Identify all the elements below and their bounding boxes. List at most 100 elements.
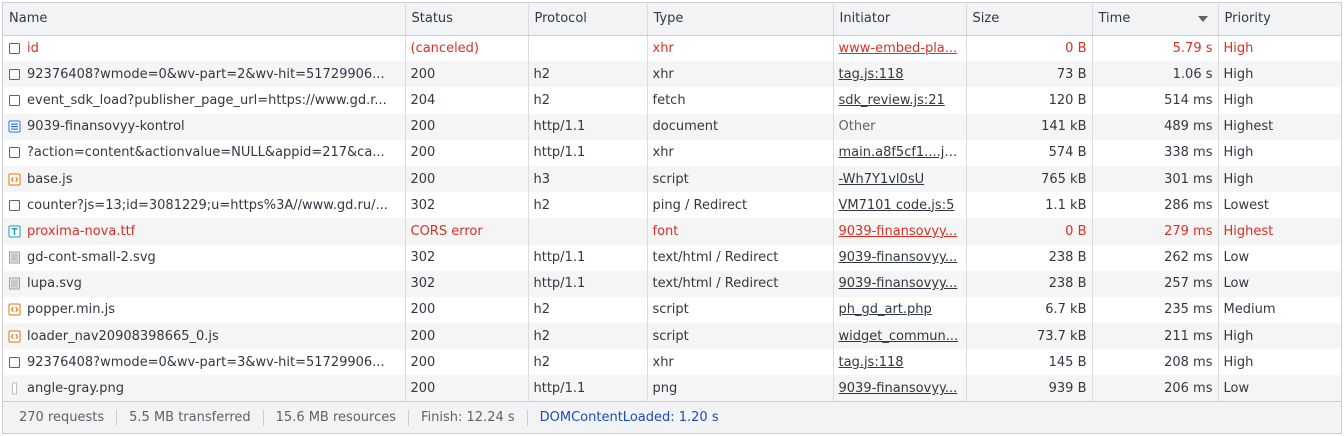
table-row[interactable]: angle-gray.png 200 http/1.1 png 9039-finanso…	[3, 375, 1341, 402]
table-row[interactable]: proxima-nova.ttf CORS error font 9039-finan…	[3, 218, 1341, 245]
cell-time: 257 ms	[1091, 270, 1218, 297]
cell-name[interactable]: 9039-finansovyy-kontrol	[3, 113, 405, 140]
cell-initiator: Other	[832, 113, 966, 140]
table-row[interactable]: event_sdk_load?publisher_page_url=https:…	[3, 87, 1341, 114]
cell-name[interactable]: base.js	[3, 165, 405, 193]
cell-name[interactable]: popper.min.js	[3, 297, 405, 323]
table-row[interactable]: ?action=content&actionvalue=NULL&appid=2…	[3, 139, 1341, 166]
cell-name[interactable]: 92376408?wmode=0&wv-part=2&wv-hit=517299…	[3, 61, 405, 88]
cell-name[interactable]: counter?js=13;id=3081229;u=https%3A//www…	[3, 192, 405, 218]
initiator-link[interactable]: widget_commun...	[839, 329, 959, 344]
table-row[interactable]: 9039-finansovyy-kontrol 200 http/1.1 docume…	[3, 113, 1341, 140]
column-header-protocol[interactable]: Protocol	[527, 3, 647, 36]
table-row[interactable]: id (canceled) xhr www-embed-pla... 0 B 5.79 s…	[3, 35, 1341, 62]
cell-protocol	[527, 218, 647, 245]
cell-status: 302	[404, 244, 528, 271]
cell-time: 286 ms	[1091, 192, 1218, 219]
cell-name[interactable]: ?action=content&actionvalue=NULL&appid=2…	[3, 140, 405, 166]
cell-size: 6.7 kB	[965, 296, 1092, 324]
table-row[interactable]: 92376408?wmode=0&wv-part=3&wv-hit=517299…	[3, 349, 1341, 376]
initiator-link[interactable]: tag.js:118	[839, 355, 904, 370]
column-header-priority[interactable]: Priority	[1217, 3, 1341, 36]
initiator-link[interactable]: 9039-finansovyy...	[839, 276, 958, 291]
cell-name[interactable]: angle-gray.png	[3, 375, 405, 402]
table-row[interactable]: gd-cont-small-2.svg 302 http/1.1 text/html …	[3, 244, 1341, 271]
cell-priority: High	[1217, 165, 1341, 193]
image-icon	[8, 251, 21, 264]
cell-initiator: tag.js:118	[832, 61, 966, 88]
cell-name[interactable]: event_sdk_load?publisher_page_url=https:…	[3, 87, 405, 113]
cell-protocol: http/1.1	[527, 270, 647, 297]
initiator-link[interactable]: tag.js:118	[839, 67, 904, 82]
cell-protocol: h2	[527, 323, 647, 350]
cell-type: png	[646, 375, 833, 402]
column-header-size[interactable]: Size	[965, 3, 1092, 36]
table-row[interactable]: counter?js=13;id=3081229;u=https%3A//www…	[3, 192, 1341, 219]
cell-type: script	[646, 165, 833, 193]
table-row[interactable]: 92376408?wmode=0&wv-part=2&wv-hit=517299…	[3, 61, 1341, 88]
generic-file-icon	[8, 42, 21, 55]
cell-size: 73 B	[965, 61, 1092, 88]
request-name: loader_nav20908398665_0.js	[27, 328, 219, 344]
cell-time: 514 ms	[1091, 87, 1218, 114]
cell-priority: Low	[1217, 244, 1341, 271]
cell-status: 302	[404, 270, 528, 297]
cell-name[interactable]: id	[3, 35, 405, 61]
cell-time: 301 ms	[1091, 165, 1218, 193]
cell-protocol: http/1.1	[527, 113, 647, 140]
table-row[interactable]: loader_nav20908398665_0.js 200 h2 script wid…	[3, 323, 1341, 350]
cell-name[interactable]: loader_nav20908398665_0.js	[3, 323, 405, 350]
requests-table: Name Status Protocol Type Initiator Size…	[3, 3, 1341, 402]
column-header-initiator[interactable]: Initiator	[832, 3, 966, 36]
initiator-link[interactable]: -Wh7Y1vl0sU	[839, 172, 925, 187]
initiator-link[interactable]: VM7101 code.js:5	[839, 198, 955, 213]
thin-image-icon	[8, 382, 21, 395]
cell-priority: High	[1217, 87, 1341, 114]
cell-name[interactable]: proxima-nova.ttf	[3, 218, 405, 245]
table-row[interactable]: lupa.svg 302 http/1.1 text/html / Redirect 9…	[3, 270, 1341, 297]
initiator-link[interactable]: main.a8f5cf1....js:1	[839, 145, 964, 160]
cell-priority: High	[1217, 349, 1341, 376]
script-icon	[8, 173, 21, 186]
cell-priority: High	[1217, 35, 1341, 62]
column-header-type[interactable]: Type	[646, 3, 833, 36]
request-name: popper.min.js	[27, 302, 116, 318]
request-name: event_sdk_load?publisher_page_url=https:…	[27, 92, 387, 108]
cell-type: document	[646, 113, 833, 140]
cell-status: 200	[404, 113, 528, 140]
initiator-link[interactable]: www-embed-pla...	[839, 41, 958, 56]
column-header-name[interactable]: Name	[3, 3, 405, 36]
cell-size: 145 B	[965, 349, 1092, 376]
domcontentloaded-time: DOMContentLoaded: 1.20 s	[526, 409, 731, 426]
cell-name[interactable]: lupa.svg	[3, 270, 405, 297]
cell-name[interactable]: 92376408?wmode=0&wv-part=3&wv-hit=517299…	[3, 349, 405, 375]
column-header-time[interactable]: Time	[1091, 3, 1218, 36]
initiator-link[interactable]: 9039-finansovyy...	[839, 250, 958, 265]
requests-body: id (canceled) xhr www-embed-pla... 0 B 5.79 s…	[3, 35, 1341, 402]
initiator-link[interactable]: sdk_review.js:21	[839, 93, 945, 108]
cell-name[interactable]: gd-cont-small-2.svg	[3, 245, 405, 271]
table-row[interactable]: base.js 200 h3 script -Wh7Y1vl0sU 765 kB 301 m…	[3, 165, 1341, 193]
column-header-status[interactable]: Status	[404, 3, 528, 36]
cell-priority: Medium	[1217, 296, 1341, 324]
initiator-link[interactable]: 9039-finansovyy...	[839, 381, 958, 396]
table-row[interactable]: popper.min.js 200 h2 script ph_gd_art.php 6.7…	[3, 296, 1341, 324]
cell-initiator: -Wh7Y1vl0sU	[832, 165, 966, 193]
requests-count: 270 requests	[19, 409, 105, 425]
cell-size: 765 kB	[965, 165, 1092, 193]
cell-status: 302	[404, 192, 528, 219]
cell-type: xhr	[646, 61, 833, 88]
cell-type: xhr	[646, 139, 833, 166]
generic-file-icon	[8, 68, 21, 81]
initiator-link[interactable]: 9039-finansovyy...	[839, 224, 958, 239]
cell-initiator: 9039-finansovyy...	[832, 375, 966, 402]
generic-file-icon	[8, 199, 21, 212]
cell-priority: High	[1217, 139, 1341, 166]
initiator-link[interactable]: ph_gd_art.php	[839, 302, 932, 317]
generic-file-icon	[8, 94, 21, 107]
cell-initiator: 9039-finansovyy...	[832, 244, 966, 271]
cell-status: 200	[404, 323, 528, 350]
generic-file-icon	[8, 356, 21, 369]
cell-size: 120 B	[965, 87, 1092, 114]
cell-time: 235 ms	[1091, 296, 1218, 324]
